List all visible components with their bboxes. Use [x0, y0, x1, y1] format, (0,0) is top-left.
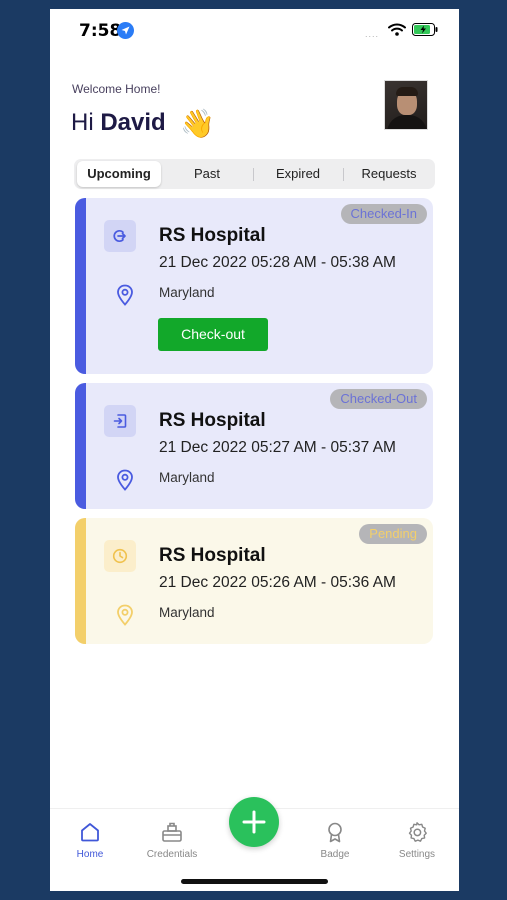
badge-icon: [300, 821, 370, 843]
home-indicator: [181, 879, 328, 884]
home-icon: [55, 821, 125, 843]
visit-card[interactable]: Checked-In RS Hospital 21 Dec 2022 05:28…: [75, 198, 433, 374]
visit-card[interactable]: Checked-Out RS Hospital 21 Dec 2022 05:2…: [75, 383, 433, 509]
nav-badge[interactable]: Badge: [300, 821, 370, 860]
visit-datetime: 21 Dec 2022 05:28 AM - 05:38 AM: [159, 254, 396, 271]
tab-expired[interactable]: Expired: [256, 161, 340, 187]
tab-past[interactable]: Past: [165, 161, 249, 187]
map-pin-icon: [116, 604, 134, 631]
status-bar: 7:58 ....: [50, 9, 459, 53]
card-accent-bar: [75, 383, 86, 509]
nav-badge-label: Badge: [320, 849, 350, 860]
location-arrow-icon: [117, 22, 134, 39]
gear-icon: [382, 821, 452, 843]
visit-title: RS Hospital: [159, 225, 266, 246]
card-accent-bar: [75, 518, 86, 644]
tab-requests[interactable]: Requests: [346, 161, 432, 187]
visit-title: RS Hospital: [159, 410, 266, 431]
tab-separator: [253, 168, 254, 181]
user-name: David: [100, 109, 166, 136]
greeting-hi: Hi: [71, 109, 101, 136]
signal-icon: ....: [365, 29, 380, 39]
check-out-button[interactable]: Check-out: [158, 318, 268, 351]
check-out-icon: [104, 405, 136, 437]
visit-location: Maryland: [159, 285, 215, 300]
card-accent-bar: [75, 198, 86, 374]
add-button[interactable]: [229, 797, 279, 847]
status-time: 7:58: [79, 21, 122, 41]
nav-settings-label: Settings: [398, 849, 436, 860]
map-pin-icon: [116, 469, 134, 496]
tab-separator: [343, 168, 344, 181]
phone-screen: 7:58 .... Welcome Home! Hi David 👋 Upcom…: [50, 9, 459, 891]
wifi-icon: [388, 23, 406, 41]
welcome-text: Welcome Home!: [72, 82, 161, 96]
visit-title: RS Hospital: [159, 545, 266, 566]
nav-home-label: Home: [76, 849, 104, 860]
visit-card[interactable]: Pending RS Hospital 21 Dec 2022 05:26 AM…: [75, 518, 433, 644]
clock-icon: [104, 540, 136, 572]
status-badge: Checked-In: [340, 204, 427, 224]
avatar-hair: [396, 87, 418, 96]
user-avatar[interactable]: [384, 80, 428, 130]
visit-datetime: 21 Dec 2022 05:27 AM - 05:37 AM: [159, 439, 396, 456]
avatar-shirt: [387, 115, 427, 129]
nav-home[interactable]: Home: [55, 821, 125, 860]
visit-location: Maryland: [159, 470, 215, 485]
map-pin-icon: [116, 284, 134, 311]
check-in-icon: [104, 220, 136, 252]
tab-upcoming[interactable]: Upcoming: [77, 161, 161, 187]
wave-emoji-icon: 👋: [180, 108, 215, 139]
status-badge: Checked-Out: [330, 389, 427, 409]
status-badge: Pending: [359, 524, 427, 544]
visit-datetime: 21 Dec 2022 05:26 AM - 05:36 AM: [159, 574, 396, 591]
greeting-heading: Hi David: [71, 109, 166, 137]
visit-tabs: Upcoming Past Expired Requests: [74, 159, 435, 189]
visit-location: Maryland: [159, 605, 215, 620]
battery-charging-icon: [412, 23, 438, 41]
credentials-icon: [137, 821, 207, 843]
nav-credentials-label: Credentials: [146, 849, 198, 860]
nav-credentials[interactable]: Credentials: [137, 821, 207, 860]
nav-settings[interactable]: Settings: [382, 821, 452, 860]
